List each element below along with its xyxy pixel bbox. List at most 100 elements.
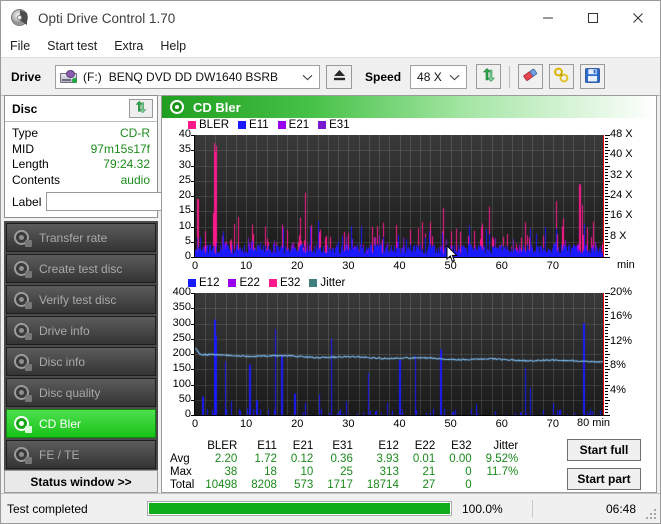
legend-item-bler: BLER [188, 119, 229, 131]
refresh-icon [481, 67, 497, 86]
tools-button[interactable] [549, 64, 574, 89]
maximize-button[interactable] [570, 1, 615, 35]
stats-cell: 1.72 [244, 453, 284, 466]
optical-disc-icon [11, 9, 29, 27]
eraser-icon [522, 67, 539, 86]
stats-col-e12: E12 [360, 440, 406, 453]
disc-panel-header: Disc [5, 96, 157, 122]
right-tick-mark [605, 391, 608, 392]
resize-grip[interactable] [646, 509, 656, 519]
start-full-button[interactable]: Start full [567, 439, 641, 461]
drive-name: BENQ DVD DD DW1640 BSRB [109, 70, 278, 84]
cd-bler-icon [170, 100, 185, 115]
erase-button[interactable] [518, 64, 543, 89]
right-tick-mark [605, 144, 608, 145]
sidebar-item-cd-bler[interactable]: CD Bler [6, 409, 156, 438]
sidebar-item-transfer-rate[interactable]: Transfer rate [6, 223, 156, 252]
sidebar-item-label: CD Bler [39, 417, 81, 431]
disc-quality-icon [14, 385, 31, 401]
right-tick-mark [605, 342, 608, 343]
legend-label: Jitter [320, 277, 345, 289]
sidebar-item-disc-info[interactable]: Disc info [6, 347, 156, 376]
y-tick-label: 15 [163, 204, 191, 216]
refresh-drive-button[interactable] [476, 64, 501, 89]
right-tick-mark [605, 385, 610, 386]
right-tick-mark [605, 162, 608, 163]
stats-row-label: Max [168, 466, 198, 479]
right-tick-mark [605, 196, 610, 197]
sidebar-item-label: FE / TE [39, 448, 79, 462]
sidebar-item-verify-test-disc[interactable]: Verify test disc [6, 285, 156, 314]
minimize-button[interactable] [525, 1, 570, 35]
right-tick-label: 40 X [610, 148, 633, 160]
right-tick-mark [605, 378, 608, 379]
elapsed-time: 06:48 [606, 502, 636, 516]
right-tick-mark [605, 360, 608, 361]
right-tick-mark [605, 308, 610, 309]
left-sidebar: Disc Type CD-R [4, 95, 158, 493]
sidebar-item-drive-info[interactable]: Drive info [6, 316, 156, 345]
sidebar-item-disc-quality[interactable]: Disc quality [6, 378, 156, 407]
stats-cell: 0.36 [320, 453, 360, 466]
right-tick-mark [605, 190, 608, 191]
legend-label: E21 [289, 119, 309, 131]
sidebar-item-label: Create test disc [39, 262, 122, 276]
x-tick-label: 70 [541, 418, 565, 430]
right-tick-mark [605, 324, 610, 325]
x-tick-label: 20 [285, 260, 309, 272]
x-tick-label: 60 [490, 260, 514, 272]
sidebar-item-label: Disc info [39, 355, 85, 369]
disc-refresh-button[interactable] [129, 99, 153, 118]
right-tick-mark [605, 166, 610, 167]
disc-row-value: CD-R [120, 126, 150, 142]
right-tick-mark [605, 351, 608, 352]
axis-line [194, 293, 195, 416]
legend-item-e12: E12 [188, 277, 219, 289]
y-tick-label: 35 [163, 143, 191, 155]
right-tick-mark [605, 330, 608, 331]
right-tick-mark [605, 409, 608, 410]
right-tick-label: 16% [610, 310, 632, 322]
sidebar-item-fe-te[interactable]: FE / TE [6, 440, 156, 469]
drive-select[interactable]: (F:)BENQ DVD DD DW1640 BSRB [55, 65, 320, 89]
disc-label-row: Label [12, 191, 150, 212]
menu-help[interactable]: Help [160, 37, 197, 55]
table-header-row: BLERE11E21E31E12E22E32Jitter [168, 440, 525, 453]
right-tick-label: 48 X [610, 128, 633, 140]
disc-burn-icon [14, 261, 31, 277]
stats-cell: 0 [442, 466, 478, 479]
stats-cell: 313 [360, 466, 406, 479]
save-button[interactable] [580, 64, 605, 89]
right-tick-mark [605, 208, 608, 209]
menu-file[interactable]: File [10, 37, 41, 55]
disc-test-icon [14, 230, 31, 246]
right-tick-mark [605, 372, 608, 373]
right-tick-mark [605, 245, 608, 246]
speed-select[interactable]: 48 X [410, 65, 467, 89]
right-tick-mark [605, 138, 608, 139]
menu-extra[interactable]: Extra [114, 37, 154, 55]
right-tick-mark [605, 217, 608, 218]
right-tick-mark [605, 242, 610, 243]
right-tick-mark [605, 302, 608, 303]
right-tick-label: 32 X [610, 169, 633, 181]
right-tick-mark [605, 397, 608, 398]
eject-button[interactable] [326, 65, 352, 89]
stats-cell: 0 [442, 479, 478, 492]
right-tick-mark [605, 214, 608, 215]
sidebar-item-create-test-disc[interactable]: Create test disc [6, 254, 156, 283]
stats-col-e32: E32 [442, 440, 478, 453]
start-part-button[interactable]: Start part [567, 468, 641, 490]
right-tick-mark [605, 156, 608, 157]
y-tick-label: 300 [163, 317, 191, 329]
stats-cell: 2.20 [198, 453, 244, 466]
status-window-button[interactable]: Status window >> [4, 470, 158, 493]
x-tick-label: 40 [388, 418, 412, 430]
progress-label: 100.0% [462, 502, 532, 516]
close-button[interactable] [615, 1, 660, 35]
menu-start-test[interactable]: Start test [47, 37, 108, 55]
main-content: Disc Type CD-R [1, 95, 660, 493]
right-tick-mark [605, 199, 608, 200]
chart-series-canvas [195, 293, 604, 415]
disc-label-caption: Label [12, 195, 41, 209]
